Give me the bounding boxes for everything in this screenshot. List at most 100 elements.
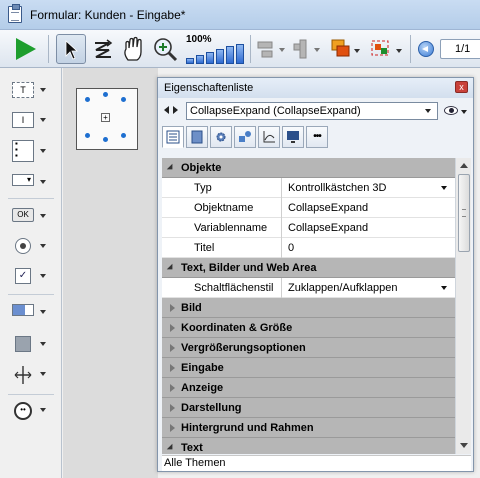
expand-triangle-icon[interactable] [166, 163, 176, 173]
object-selector[interactable]: CollapseExpand (CollapseExpand) [186, 102, 438, 120]
property-name: Objektname [162, 198, 282, 218]
plugin-icon: •• [14, 402, 32, 420]
chevron-down-icon[interactable] [40, 310, 46, 314]
palette-combo-tool[interactable]: ▾ [12, 174, 52, 194]
collapsed-triangle-icon[interactable] [170, 344, 175, 352]
property-row[interactable]: Titel 0 [162, 238, 455, 258]
tab-shapes[interactable] [234, 126, 256, 148]
palette-plugin-tool[interactable]: •• [12, 402, 52, 422]
selection-handle[interactable] [85, 133, 90, 138]
hand-tool-icon[interactable] [122, 36, 146, 62]
chevron-down-icon[interactable] [40, 342, 46, 346]
collapse-expand-object[interactable]: + [76, 88, 138, 150]
chevron-down-icon[interactable] [40, 244, 46, 248]
chevron-down-icon[interactable] [40, 408, 46, 412]
selection-handle[interactable] [121, 133, 126, 138]
palette-text-tool[interactable]: T [12, 82, 52, 102]
section-koordinaten[interactable]: Koordinaten & Größe [162, 318, 455, 338]
palette-input-tool[interactable]: I [12, 112, 52, 132]
run-form-icon[interactable] [16, 38, 36, 60]
section-bild[interactable]: Bild [162, 298, 455, 318]
chevron-down-icon[interactable] [40, 149, 46, 153]
chevron-down-icon[interactable] [40, 118, 46, 122]
collapsed-triangle-icon[interactable] [170, 384, 175, 392]
palette-splitter-tool[interactable] [12, 366, 52, 386]
pointer-arrow-icon [65, 40, 79, 60]
scroll-down-icon[interactable] [460, 443, 468, 448]
theme-filter[interactable]: Alle Themen [162, 455, 471, 471]
distribute-icon[interactable] [292, 38, 324, 62]
collapsed-triangle-icon[interactable] [170, 304, 175, 312]
collapsed-triangle-icon[interactable] [170, 404, 175, 412]
property-list-title: Eigenschaftenliste [164, 82, 254, 94]
selection-handle[interactable] [103, 92, 108, 97]
palette-rectangle-tool[interactable] [12, 336, 52, 356]
collapsed-triangle-icon[interactable] [170, 364, 175, 372]
section-label: Bild [181, 302, 202, 314]
section-text-bilder-web-area[interactable]: Text, Bilder und Web Area [162, 258, 455, 278]
tab-properties-list[interactable] [162, 126, 184, 148]
collapsed-triangle-icon[interactable] [170, 424, 175, 432]
object-level-icon[interactable] [330, 38, 364, 62]
section-text[interactable]: Text [162, 438, 455, 454]
checkbox-icon: ✓ [15, 268, 31, 284]
chevron-down-icon[interactable] [40, 372, 46, 376]
section-eingabe[interactable]: Eingabe [162, 358, 455, 378]
close-icon[interactable]: x [455, 81, 468, 93]
chevron-down-icon[interactable] [40, 180, 46, 184]
selection-handle[interactable] [121, 97, 126, 102]
property-row[interactable]: Objektname CollapseExpand [162, 198, 455, 218]
property-row[interactable]: Schaltflächenstil Zuklappen/Aufklappen [162, 278, 455, 298]
property-value[interactable]: CollapseExpand [283, 218, 455, 238]
section-objekte[interactable]: Objekte [162, 158, 455, 178]
property-value[interactable]: CollapseExpand [283, 198, 455, 218]
selection-handle[interactable] [103, 137, 108, 142]
section-darstellung[interactable]: Darstellung [162, 398, 455, 418]
chevron-down-icon[interactable] [40, 214, 46, 218]
expand-triangle-icon[interactable] [166, 443, 176, 453]
section-vergroesserung[interactable]: Vergrößerungsoptionen [162, 338, 455, 358]
chevron-down-icon[interactable] [441, 186, 447, 190]
align-icon[interactable] [256, 39, 288, 61]
section-anzeige[interactable]: Anzeige [162, 378, 455, 398]
collapsed-triangle-icon[interactable] [170, 324, 175, 332]
previous-object-icon[interactable] [164, 106, 169, 114]
chevron-down-icon[interactable] [461, 110, 467, 114]
palette-radio-tool[interactable] [12, 238, 52, 258]
previous-page-icon[interactable] [418, 41, 434, 57]
zoom-tool-icon[interactable] [152, 36, 178, 62]
zoom-levels-control[interactable] [186, 44, 246, 64]
property-list-titlebar[interactable]: Eigenschaftenliste x [158, 78, 473, 98]
property-grid-scrollbar[interactable] [455, 158, 471, 454]
tab-settings[interactable] [210, 126, 232, 148]
group-objects-icon[interactable] [370, 38, 406, 62]
chevron-down-icon[interactable] [40, 88, 46, 92]
expand-triangle-icon[interactable] [166, 263, 176, 273]
scrollbar-thumb[interactable] [458, 174, 470, 252]
next-object-icon[interactable] [173, 106, 178, 114]
property-row[interactable]: Typ Kontrollkästchen 3D [162, 178, 455, 198]
palette-checkbox-tool[interactable]: ✓ [12, 268, 52, 288]
page-indicator[interactable]: 1/1 [440, 39, 480, 59]
eye-icon[interactable] [444, 106, 458, 115]
selection-handle[interactable] [85, 97, 90, 102]
property-value-dropdown[interactable]: Kontrollkästchen 3D [283, 178, 455, 198]
chevron-down-icon[interactable] [441, 286, 447, 290]
property-value[interactable]: 0 [283, 238, 455, 258]
palette-progress-tool[interactable] [12, 304, 52, 324]
entry-order-tool-icon[interactable] [92, 38, 114, 60]
chevron-down-icon[interactable] [40, 274, 46, 278]
form-canvas[interactable]: + [63, 68, 158, 478]
tab-object[interactable] [186, 126, 208, 148]
tab-coordinates[interactable] [258, 126, 280, 148]
select-tool-button[interactable] [56, 34, 86, 64]
tab-display[interactable] [282, 126, 304, 148]
palette-button-tool[interactable]: OK [12, 208, 52, 228]
tab-more[interactable]: ••• [306, 126, 328, 148]
property-value-dropdown[interactable]: Zuklappen/Aufklappen [283, 278, 455, 298]
scroll-up-icon[interactable] [460, 163, 468, 168]
property-row[interactable]: Variablenname CollapseExpand [162, 218, 455, 238]
section-hintergrund[interactable]: Hintergrund und Rahmen [162, 418, 455, 438]
radio-button-icon [15, 238, 31, 254]
palette-list-tool[interactable]: ▪︎ ▪︎ ▪︎ [12, 140, 52, 166]
